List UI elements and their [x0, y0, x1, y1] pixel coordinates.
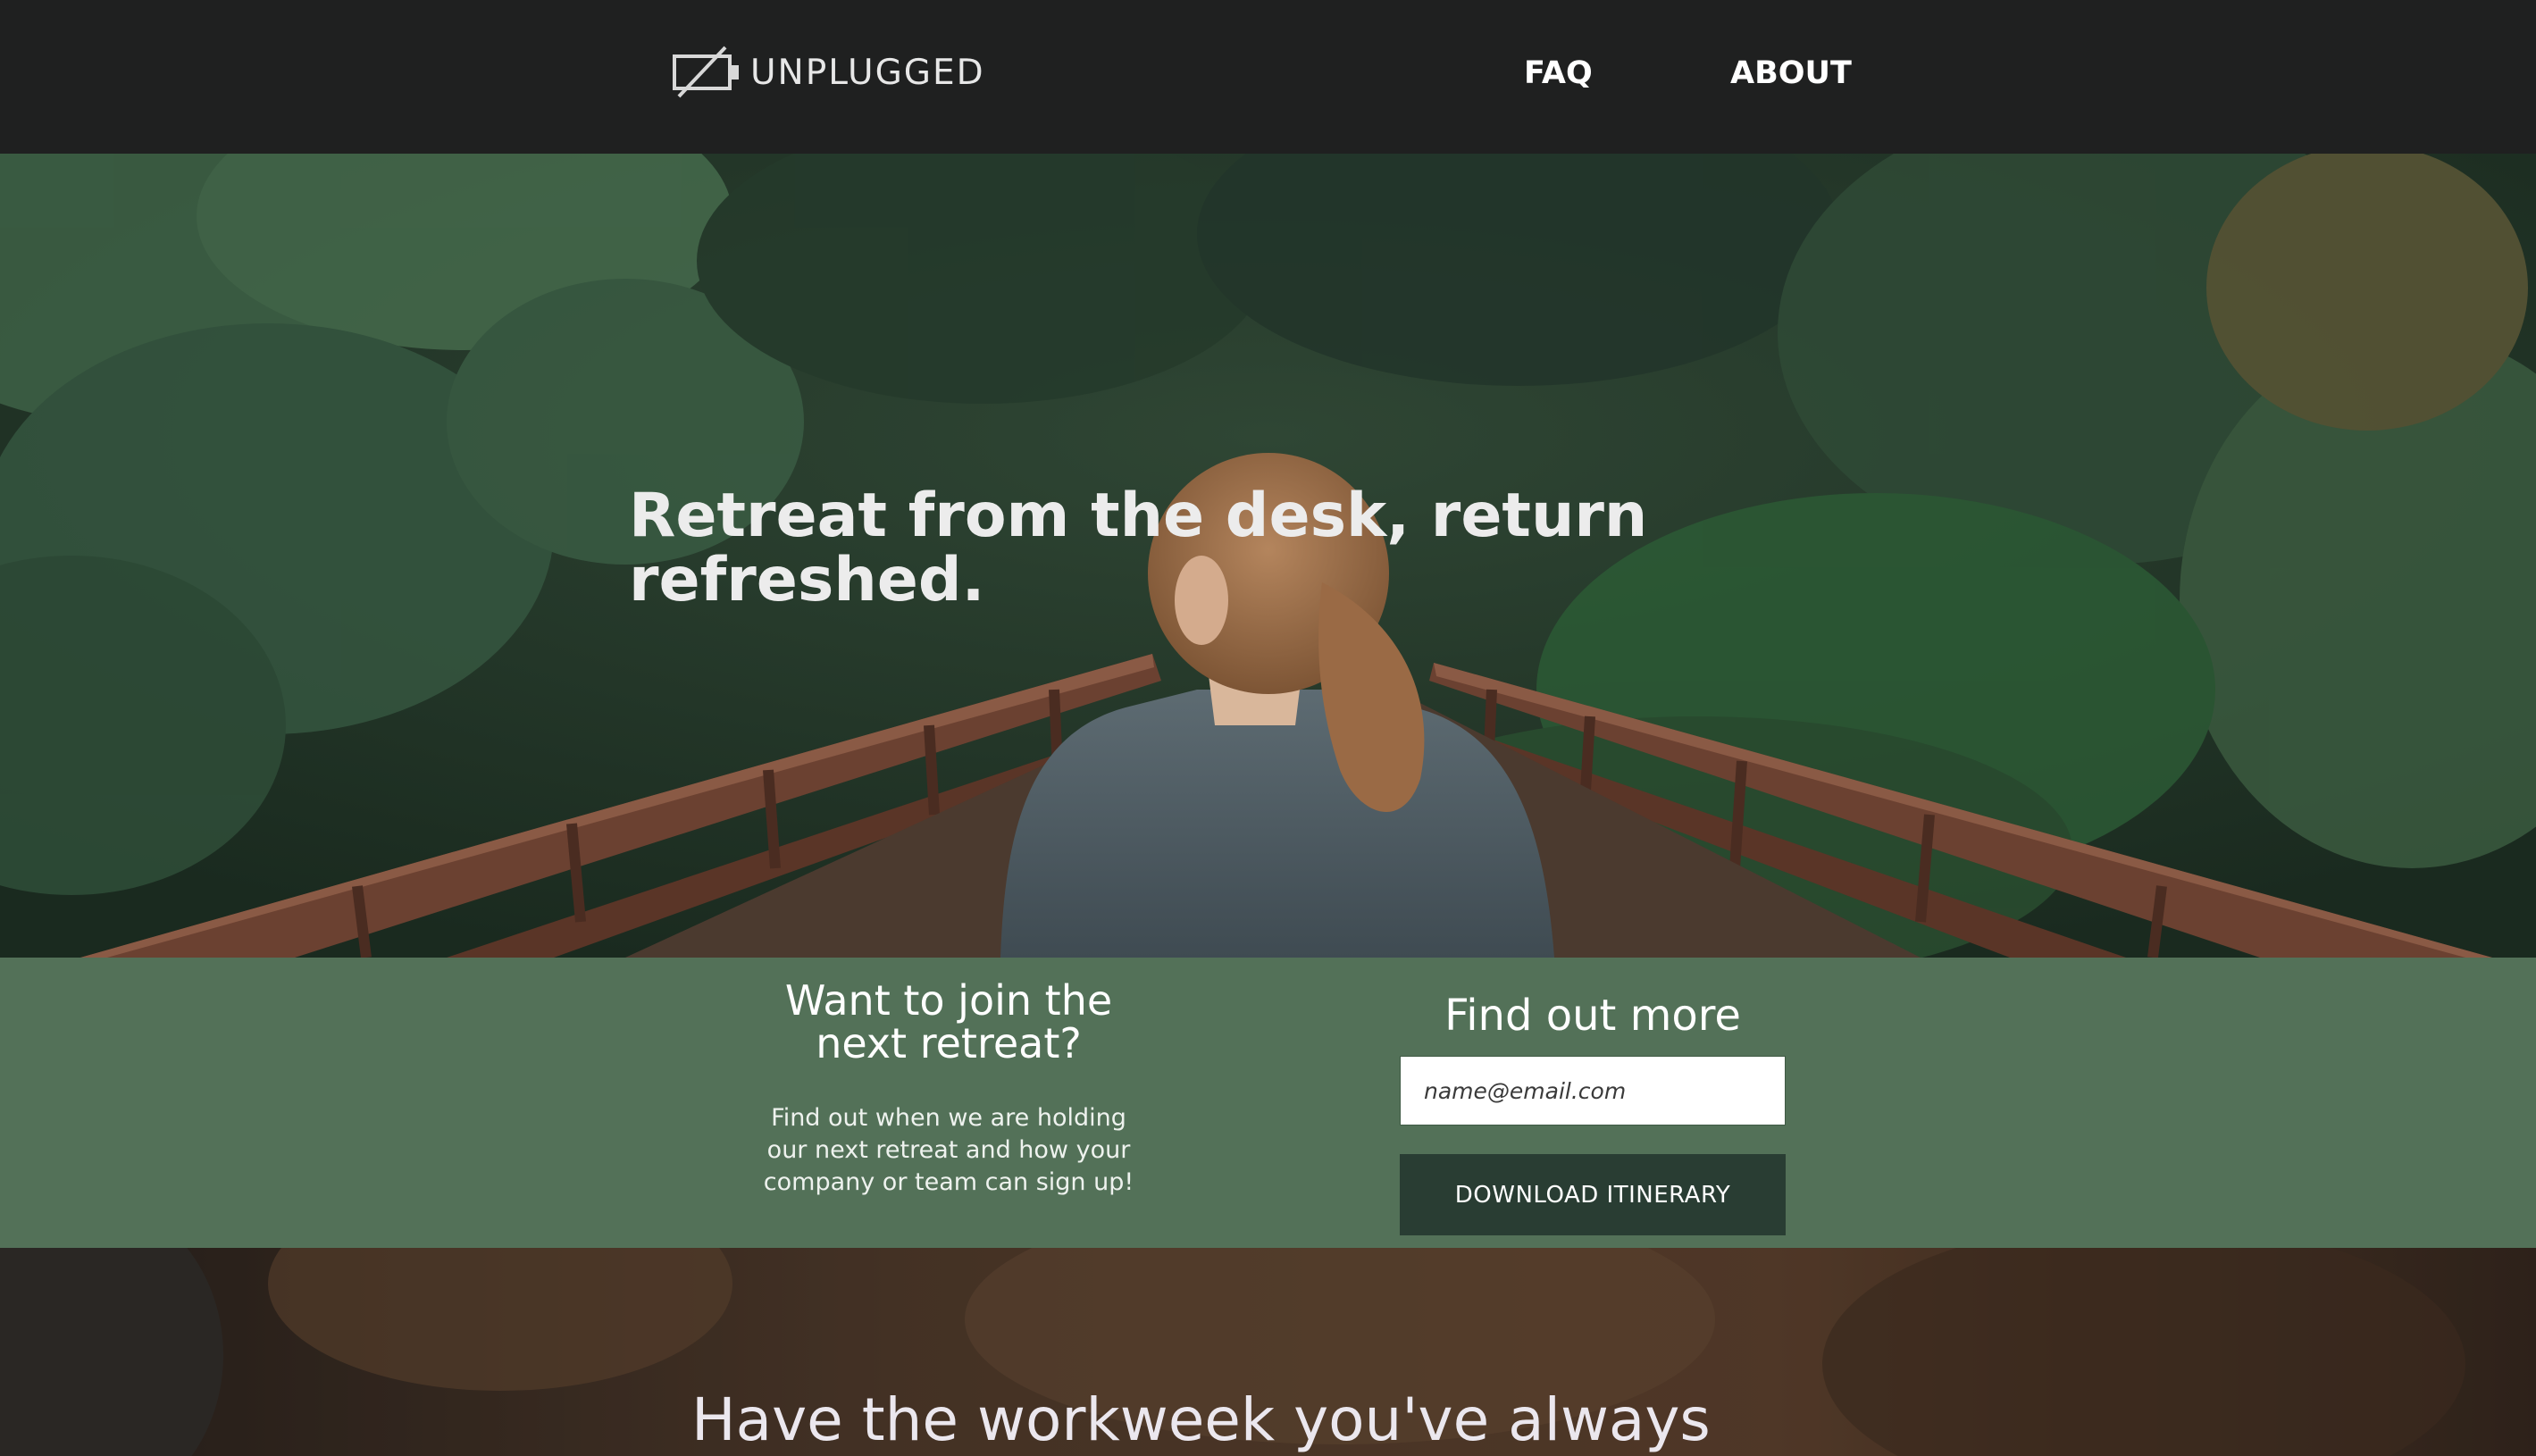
- form-heading: Find out more: [1444, 991, 1741, 1041]
- hero-section: Retreat from the desk, return refreshed.: [0, 154, 2536, 958]
- nav-about-link[interactable]: ABOUT: [1730, 52, 1852, 95]
- signup-form: Find out more DOWNLOAD ITINERARY: [1400, 988, 1786, 1235]
- signup-section: Want to join the next retreat? Find out …: [0, 958, 2536, 1248]
- download-itinerary-button[interactable]: DOWNLOAD ITINERARY: [1400, 1154, 1786, 1235]
- site-header: UNPLUGGED FAQ ABOUT: [0, 0, 2536, 154]
- workweek-heading: Have the workweek you've always: [691, 1385, 1711, 1454]
- email-input[interactable]: [1400, 1056, 1786, 1125]
- signup-heading: Want to join the next retreat?: [784, 976, 1113, 1067]
- logo-link[interactable]: UNPLUGGED: [672, 45, 985, 100]
- nav-faq-link[interactable]: FAQ: [1524, 52, 1593, 95]
- signup-intro: Want to join the next retreat? Find out …: [734, 979, 1163, 1199]
- hero-title: Retreat from the desk, return refreshed.: [629, 481, 1648, 615]
- logo-text: UNPLUGGED: [750, 52, 985, 93]
- workweek-section: Have the workweek you've always: [0, 1248, 2536, 1456]
- signup-description: Find out when we are holding our next re…: [763, 1104, 1134, 1196]
- crossed-battery-icon: [673, 46, 739, 98]
